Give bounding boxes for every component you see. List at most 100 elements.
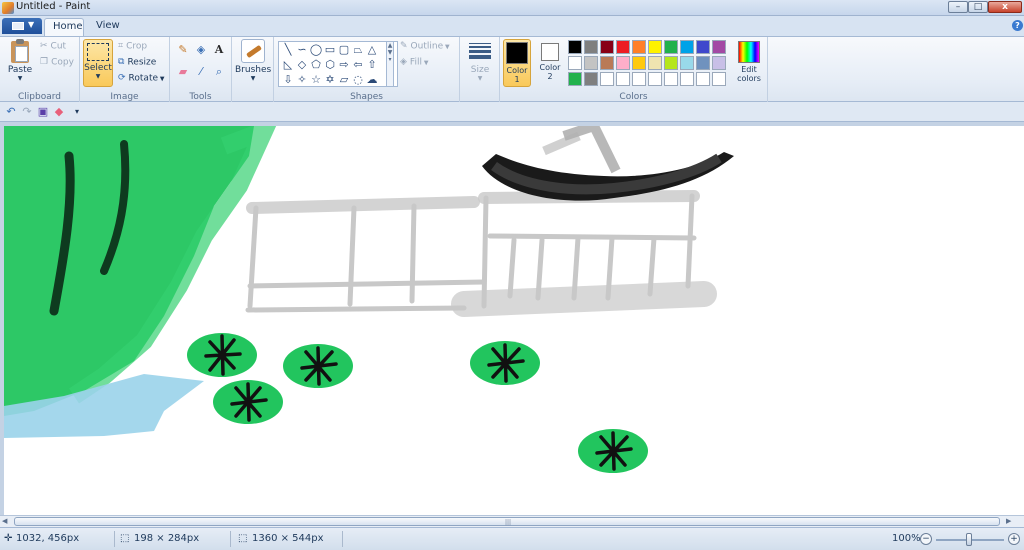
palette-swatch[interactable]: [664, 40, 678, 54]
palette-swatch[interactable]: [680, 56, 694, 70]
color1-button[interactable]: Color 1: [503, 39, 531, 87]
palette-swatch[interactable]: [568, 72, 582, 86]
curve-shape-icon[interactable]: ∽: [295, 43, 309, 56]
horizontal-scrollbar[interactable]: ◀ ||| ▶: [0, 515, 1024, 527]
oval-callout-shape-icon[interactable]: ◌: [351, 73, 365, 86]
palette-swatch[interactable]: [696, 72, 710, 86]
palette-swatch[interactable]: [648, 72, 662, 86]
copy-button[interactable]: ❐ Copy: [40, 57, 74, 68]
close-button[interactable]: x: [988, 1, 1022, 13]
palette-swatch[interactable]: [568, 40, 582, 54]
right-arrow-shape-icon[interactable]: ⇨: [337, 58, 351, 71]
canvas-workspace[interactable]: [0, 122, 1024, 515]
paste-button[interactable]: Paste ▼: [4, 39, 36, 82]
tab-home[interactable]: Home: [44, 18, 84, 36]
select-button[interactable]: Select ▼: [83, 39, 113, 87]
redo-icon[interactable]: ↷: [20, 105, 34, 119]
palette-swatch[interactable]: [632, 56, 646, 70]
color-picker-icon[interactable]: ⁄: [194, 65, 208, 79]
six-point-star-shape-icon[interactable]: ✡: [323, 73, 337, 86]
cut-button[interactable]: ✂ Cut: [40, 41, 66, 52]
palette-swatch[interactable]: [648, 40, 662, 54]
drawing-canvas[interactable]: [4, 126, 1024, 515]
palette-swatch[interactable]: [584, 56, 598, 70]
color2-button[interactable]: Color 2: [536, 39, 564, 81]
palette-swatch[interactable]: [632, 40, 646, 54]
magnifier-icon[interactable]: ⌕: [212, 65, 226, 79]
palette-swatch[interactable]: [616, 40, 630, 54]
palette-swatch[interactable]: [712, 40, 726, 54]
pencil-icon[interactable]: ✎: [176, 43, 190, 57]
five-point-star-shape-icon[interactable]: ☆: [309, 73, 323, 86]
eraser-quick-icon[interactable]: ◆: [52, 105, 66, 119]
palette-swatch[interactable]: [600, 56, 614, 70]
zoom-in-button[interactable]: +: [1008, 533, 1020, 545]
fence-drawing: [245, 190, 717, 317]
size-button[interactable]: Size ▼: [464, 41, 496, 82]
rounded-rectangle-shape-icon[interactable]: ▢: [337, 43, 351, 56]
paint-menu-button[interactable]: ▼: [2, 18, 42, 34]
crop-button[interactable]: ⌗ Crop: [118, 41, 147, 52]
palette-swatch[interactable]: [712, 56, 726, 70]
rectangle-shape-icon[interactable]: ▭: [323, 43, 337, 56]
undo-icon[interactable]: ↶: [4, 105, 18, 119]
palette-swatch[interactable]: [680, 40, 694, 54]
palette-swatch[interactable]: [648, 56, 662, 70]
rotate-button[interactable]: ⟳ Rotate ▼: [118, 73, 165, 84]
palette-swatch[interactable]: [568, 56, 582, 70]
line-shape-icon[interactable]: ╲: [281, 43, 295, 56]
tab-view[interactable]: View: [88, 18, 126, 36]
selection-size: 198 × 284px: [134, 533, 200, 544]
fill-bucket-icon[interactable]: ◈: [194, 43, 208, 57]
minimize-button[interactable]: –: [948, 1, 968, 13]
resize-label: Resize: [127, 57, 157, 68]
palette-swatch[interactable]: [600, 40, 614, 54]
up-arrow-shape-icon[interactable]: ⇧: [365, 58, 379, 71]
scroll-left-icon[interactable]: ◀: [2, 517, 12, 527]
resize-button[interactable]: ⧉ Resize: [118, 57, 156, 68]
left-arrow-shape-icon[interactable]: ⇦: [351, 58, 365, 71]
brushes-button[interactable]: Brushes ▼: [235, 39, 271, 82]
pentagon-shape-icon[interactable]: ⬠: [309, 58, 323, 71]
outline-button[interactable]: ✎ Outline ▼: [400, 41, 450, 52]
chevron-down-icon: ▼: [158, 75, 165, 83]
cursor-icon: ✛: [4, 533, 13, 544]
right-triangle-shape-icon[interactable]: ◺: [281, 58, 295, 71]
shapes-gallery-scrollbar[interactable]: ▲ ▼ ▾: [386, 41, 394, 87]
fill-button[interactable]: ◈ Fill ▼: [400, 57, 428, 68]
edit-colors-button[interactable]: Edit colors: [732, 39, 766, 83]
palette-swatch[interactable]: [584, 72, 598, 86]
shapes-group: ╲ ∽ ◯ ▭ ▢ ⏢ △ ◺ ◇ ⬠ ⬡ ⇨ ⇦ ⇧ ⇩ ✧ ☆ ✡ ▱ ◌ …: [274, 37, 460, 103]
palette-swatch[interactable]: [600, 72, 614, 86]
callout-shape-icon[interactable]: ▱: [337, 73, 351, 86]
cloud-callout-shape-icon[interactable]: ☁: [365, 73, 379, 86]
palette-swatch[interactable]: [696, 40, 710, 54]
palette-swatch[interactable]: [616, 72, 630, 86]
text-tool-icon[interactable]: A: [212, 43, 226, 57]
palette-swatch[interactable]: [616, 56, 630, 70]
polygon-shape-icon[interactable]: ⏢: [351, 43, 365, 56]
fill-icon: ◈: [400, 57, 407, 67]
palette-swatch[interactable]: [664, 56, 678, 70]
customize-toolbar-chevron-icon[interactable]: ▾: [70, 105, 84, 119]
zoom-slider-thumb[interactable]: [966, 533, 972, 546]
maximize-button[interactable]: □: [968, 1, 988, 13]
down-arrow-shape-icon[interactable]: ⇩: [281, 73, 295, 86]
four-point-star-shape-icon[interactable]: ✧: [295, 73, 309, 86]
triangle-shape-icon[interactable]: △: [365, 43, 379, 56]
diamond-shape-icon[interactable]: ◇: [295, 58, 309, 71]
palette-swatch[interactable]: [584, 40, 598, 54]
palette-swatch[interactable]: [712, 72, 726, 86]
palette-swatch[interactable]: [632, 72, 646, 86]
hexagon-shape-icon[interactable]: ⬡: [323, 58, 337, 71]
save-icon[interactable]: ▣: [36, 105, 50, 119]
palette-swatch[interactable]: [680, 72, 694, 86]
zoom-out-button[interactable]: −: [920, 533, 932, 545]
palette-swatch[interactable]: [664, 72, 678, 86]
palette-swatch[interactable]: [696, 56, 710, 70]
eraser-icon[interactable]: ▰: [176, 65, 190, 79]
oval-shape-icon[interactable]: ◯: [309, 43, 323, 56]
help-icon[interactable]: ?: [1012, 20, 1023, 31]
scroll-right-icon[interactable]: ▶: [1006, 517, 1016, 527]
scrollbar-thumb[interactable]: |||: [14, 517, 1000, 526]
